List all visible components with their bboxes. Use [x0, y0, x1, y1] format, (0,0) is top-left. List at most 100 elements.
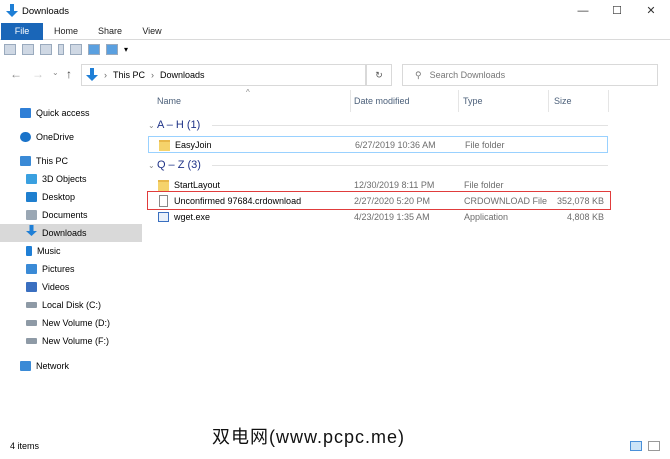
- sidebar-item-pictures[interactable]: Pictures: [0, 260, 142, 278]
- address-bar[interactable]: › This PC › Downloads: [81, 64, 366, 86]
- sidebar-item-new-volume-d[interactable]: New Volume (D:): [0, 314, 142, 332]
- file-date: 6/27/2019 10:36 AM: [355, 140, 436, 150]
- details-pane-icon[interactable]: [106, 43, 118, 55]
- file-type: Application: [464, 212, 509, 222]
- sidebar-item-desktop[interactable]: Desktop: [0, 188, 142, 206]
- sidebar-item-music[interactable]: Music: [0, 242, 142, 260]
- column-header-name[interactable]: Name: [157, 90, 181, 112]
- sidebar-item-label: Desktop: [42, 192, 76, 202]
- application-icon: [158, 212, 169, 222]
- group-header-q-z[interactable]: ⌄ Q – Z (3): [148, 157, 201, 173]
- column-header-type[interactable]: Type: [463, 90, 483, 112]
- recent-dropdown-icon[interactable]: ⌄: [52, 68, 59, 77]
- file-name: EasyJoin: [175, 140, 212, 150]
- sidebar-item-label: Videos: [42, 282, 70, 292]
- sidebar-item-documents[interactable]: Documents: [0, 206, 142, 224]
- divider: [212, 125, 608, 126]
- tab-share[interactable]: Share: [94, 23, 126, 40]
- breadcrumb-this-pc[interactable]: This PC: [113, 70, 145, 80]
- download-icon: [26, 224, 37, 242]
- separator-icon: ›: [104, 70, 107, 80]
- divider: [212, 165, 608, 166]
- search-icon: ⚲: [415, 69, 422, 80]
- sidebar-item-quick-access[interactable]: Quick access: [0, 104, 142, 122]
- file-row[interactable]: Unconfirmed 97684.crdownload 2/27/2020 5…: [148, 193, 608, 209]
- column-divider[interactable]: [608, 90, 609, 112]
- sidebar-item-label: Pictures: [42, 264, 75, 274]
- chevron-down-icon: ⌄: [148, 161, 157, 170]
- folder-icon: [159, 140, 170, 151]
- customize-dropdown-icon[interactable]: ▾: [124, 45, 128, 54]
- sidebar-item-videos[interactable]: Videos: [0, 278, 142, 296]
- preview-pane-icon[interactable]: [88, 43, 100, 55]
- sidebar-item-label: 3D Objects: [42, 174, 87, 184]
- music-icon: [26, 246, 32, 256]
- group-header-a-h[interactable]: ⌄ A – H (1): [148, 117, 200, 133]
- cloud-icon: [20, 132, 31, 142]
- file-type: CRDOWNLOAD File: [464, 196, 548, 206]
- sidebar-item-label: OneDrive: [36, 132, 75, 142]
- download-icon: [6, 4, 18, 18]
- file-type: File folder: [465, 140, 505, 150]
- file-name: Unconfirmed 97684.crdownload: [174, 196, 302, 206]
- column-divider[interactable]: [548, 90, 549, 112]
- sidebar-item-label: New Volume (D:): [42, 318, 111, 328]
- sidebar-item-label: Downloads: [42, 228, 87, 238]
- sidebar-item-onedrive[interactable]: OneDrive: [0, 128, 142, 146]
- breadcrumb-downloads[interactable]: Downloads: [160, 70, 205, 80]
- sidebar-item-label: New Volume (F:): [42, 336, 110, 346]
- search-input[interactable]: ⚲ Search Downloads: [402, 64, 658, 86]
- close-button[interactable]: ✕: [634, 0, 668, 22]
- watermark: 双电网(www.pcpc.me): [212, 427, 406, 447]
- tab-file[interactable]: File: [1, 23, 43, 40]
- tab-view[interactable]: View: [138, 23, 166, 40]
- share-icon[interactable]: [40, 43, 52, 55]
- minimize-button[interactable]: —: [566, 0, 600, 22]
- column-header-date-modified[interactable]: Date modified: [354, 90, 410, 112]
- sidebar-item-new-volume-f[interactable]: New Volume (F:): [0, 332, 142, 350]
- maximize-button[interactable]: ☐: [600, 0, 634, 22]
- file-row[interactable]: EasyJoin 6/27/2019 10:36 AM File folder: [148, 136, 608, 153]
- file-icon: [159, 195, 168, 207]
- sidebar-item-3d-objects[interactable]: 3D Objects: [0, 170, 142, 188]
- drive-icon: [26, 338, 37, 344]
- refresh-button[interactable]: ↻: [366, 64, 392, 86]
- file-date: 4/23/2019 1:35 AM: [354, 212, 430, 222]
- computer-icon: [20, 156, 31, 166]
- sidebar-item-label: Music: [37, 246, 61, 256]
- ribbon-tabs: File Home Share View: [0, 23, 670, 40]
- drive-icon: [26, 302, 37, 308]
- drive-icon: [26, 320, 37, 326]
- quick-access-toolbar: ▾: [4, 41, 128, 57]
- group-label: A – H (1): [156, 119, 201, 131]
- forward-icon[interactable]: →: [32, 67, 44, 81]
- file-row[interactable]: wget.exe 4/23/2019 1:35 AM Application 4…: [148, 209, 608, 225]
- group-label: Q – Z (3): [156, 159, 201, 171]
- sort-ascending-icon: ^: [246, 88, 250, 97]
- star-icon: [20, 108, 31, 118]
- layout-icon[interactable]: [70, 43, 82, 55]
- cube-icon: [26, 174, 37, 184]
- network-icon: [20, 361, 31, 371]
- title-bar: Downloads — ☐ ✕: [0, 0, 670, 24]
- sidebar-item-network[interactable]: Network: [0, 357, 142, 375]
- zip-icon[interactable]: [58, 43, 64, 55]
- search-placeholder: Search Downloads: [429, 70, 506, 80]
- file-size: 352,078 KB: [556, 196, 604, 206]
- sidebar-item-local-disk-c[interactable]: Local Disk (C:): [0, 296, 142, 314]
- up-icon[interactable]: ↑: [66, 67, 72, 81]
- new-folder-icon[interactable]: [22, 43, 34, 55]
- back-icon[interactable]: ←: [10, 67, 22, 81]
- sidebar-item-label: Network: [36, 361, 70, 371]
- tab-home[interactable]: Home: [50, 23, 82, 40]
- large-icons-view-icon[interactable]: [648, 441, 660, 451]
- file-name: wget.exe: [174, 212, 211, 222]
- column-divider[interactable]: [350, 90, 351, 112]
- sidebar-item-this-pc[interactable]: This PC: [0, 152, 142, 170]
- details-view-icon[interactable]: [630, 441, 642, 451]
- column-header-size[interactable]: Size: [554, 90, 572, 112]
- column-divider[interactable]: [458, 90, 459, 112]
- sidebar-item-label: Documents: [42, 210, 88, 220]
- sidebar-item-downloads[interactable]: Downloads: [0, 224, 142, 242]
- properties-icon[interactable]: [4, 43, 16, 55]
